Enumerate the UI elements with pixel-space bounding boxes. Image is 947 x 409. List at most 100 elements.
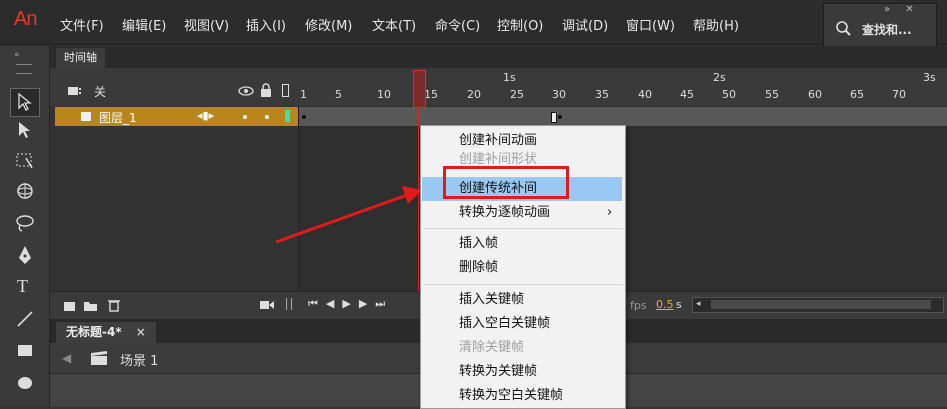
close-tab-icon[interactable]: × (136, 325, 146, 339)
lock-icon[interactable] (260, 83, 272, 97)
menu-file[interactable]: 文件(F) (60, 15, 104, 34)
search-icon (836, 21, 851, 36)
3d-rotation-tool-icon[interactable] (14, 180, 36, 202)
new-folder-icon[interactable] (84, 300, 98, 312)
horizontal-scrollbar[interactable]: ◂ (692, 297, 944, 313)
outline-icon[interactable] (282, 84, 289, 97)
menu-window[interactable]: 窗口(W) (626, 15, 675, 34)
collapse-icon[interactable]: « (14, 50, 20, 60)
camera-icon[interactable] (260, 300, 274, 310)
frame-number: 1 (300, 88, 307, 101)
playhead[interactable] (413, 70, 426, 108)
frame-number: 55 (765, 88, 779, 101)
menu-insert-blank-keyframe[interactable]: 插入空白关键帧 (421, 312, 625, 336)
tools-panel: « T (0, 46, 50, 407)
fps-label: fps (630, 299, 647, 312)
rectangle-tool-icon[interactable] (14, 340, 36, 362)
frame-number: 30 (552, 88, 566, 101)
menu-insert-frame[interactable]: 插入帧 (421, 232, 625, 256)
frame-number: 60 (808, 88, 822, 101)
frame-number: 45 (680, 88, 694, 101)
annotation-highlight-box (443, 166, 569, 199)
timeline-header: 关 1s 2s 3s 1 5 10 15 20 25 30 35 40 45 5… (50, 68, 947, 107)
menu-remove-frames[interactable]: 删除帧 (421, 256, 625, 280)
scroll-left-icon[interactable]: ◂ (696, 299, 701, 309)
menu-clear-keyframe[interactable]: 清除关键帧 (421, 336, 625, 360)
menu-help[interactable]: 帮助(H) (693, 15, 739, 34)
menu-bar: An 文件(F) 编辑(E) 视图(V) 插入(I) 修改(M) 文本(T) 命… (0, 0, 947, 49)
menu-separator (423, 228, 623, 229)
menu-convert-frame-by-frame[interactable]: 转换为逐帧动画 › (421, 201, 625, 225)
oval-tool-icon[interactable] (14, 372, 36, 394)
menu-insert-keyframe[interactable]: 插入关键帧 (421, 288, 625, 312)
new-layer-icon[interactable] (64, 300, 78, 312)
menu-commands[interactable]: 命令(C) (435, 15, 480, 34)
frame-number: 10 (377, 88, 391, 101)
layer-row[interactable]: 图层_1 ◂▮▸ (55, 107, 298, 126)
layer-pencil-icon: ◂▮▸ (197, 109, 215, 122)
layers-icon (68, 87, 81, 95)
subselection-tool-icon[interactable] (16, 120, 34, 140)
frame-number: 70 (892, 88, 906, 101)
scrollbar-thumb[interactable] (711, 300, 931, 309)
menu-control[interactable]: 控制(O) (497, 15, 543, 34)
frame-number: 25 (510, 88, 524, 101)
keyframe-dot[interactable] (558, 115, 562, 119)
tab-document[interactable]: 无标题-4* × (56, 322, 156, 343)
outline-color-swatch[interactable] (285, 110, 290, 122)
frame-number: 5 (335, 88, 342, 101)
document-title: 无标题-4* (66, 325, 122, 339)
text-tool-icon[interactable]: T (17, 276, 28, 297)
search-panel: » ✕ 查找和... (823, 3, 937, 49)
frame-number: 15 (424, 88, 438, 101)
visibility-dot[interactable] (243, 115, 247, 119)
frame-number: 40 (638, 88, 652, 101)
playback-controls-icon[interactable]: ⏮◀▶▶⏭ (308, 297, 393, 311)
frame-number: 65 (850, 88, 864, 101)
submenu-arrow-icon: › (607, 205, 613, 220)
ruler-second-1: 1s (503, 71, 516, 84)
panel-menu-icon[interactable] (16, 64, 32, 74)
pen-tool-icon[interactable] (14, 244, 36, 268)
tab-timeline[interactable]: 时间轴 (56, 48, 105, 68)
menu-convert-frame-by-frame-label: 转换为逐帧动画 (459, 205, 551, 220)
menu-edit[interactable]: 编辑(E) (122, 15, 166, 34)
annotation-arrow (275, 186, 422, 244)
frame-number: 50 (722, 88, 736, 101)
delete-trash-icon[interactable] (108, 298, 120, 312)
frame-row[interactable] (299, 107, 947, 126)
line-tool-icon[interactable] (14, 308, 36, 330)
scene-clapper-icon (91, 351, 107, 365)
menu-insert[interactable]: 插入(I) (246, 15, 286, 34)
back-arrow-icon[interactable]: ◀ (62, 351, 71, 365)
frame-number: 35 (595, 88, 609, 101)
search-button[interactable]: 查找和... (862, 21, 912, 38)
menu-convert-to-blank-keyframes[interactable]: 转换为空白关键帧 (421, 384, 625, 408)
keyframe-dot[interactable] (302, 115, 306, 119)
menu-view[interactable]: 视图(V) (184, 15, 229, 34)
layer-icon (81, 112, 91, 121)
layer-list (50, 106, 299, 291)
end-frame-marker (551, 112, 557, 123)
separator-icon (286, 298, 292, 310)
menu-convert-to-keyframes[interactable]: 转换为关键帧 (421, 360, 625, 384)
lasso-tool-icon[interactable] (14, 212, 36, 234)
selection-tool-icon[interactable] (16, 92, 34, 112)
menu-separator (423, 284, 623, 285)
scene-label[interactable]: 场景 1 (120, 350, 158, 369)
ruler-second-2: 2s (713, 71, 726, 84)
time-value[interactable]: 0.5 (656, 298, 674, 311)
lock-dot[interactable] (265, 115, 269, 119)
time-unit: s (676, 298, 682, 311)
frame-number: 20 (467, 88, 481, 101)
menu-modify[interactable]: 修改(M) (305, 15, 352, 34)
visibility-eye-icon[interactable] (238, 86, 254, 96)
menu-text[interactable]: 文本(T) (372, 15, 416, 34)
panel-controls[interactable]: » ✕ (884, 4, 920, 15)
menu-create-motion-tween[interactable]: 创建补间动画 (421, 129, 625, 153)
layer-header-label: 关 (94, 85, 107, 99)
layer-name[interactable]: 图层_1 (99, 109, 137, 126)
timeline-tabbar: 时间轴 (50, 46, 947, 69)
menu-debug[interactable]: 调试(D) (562, 15, 608, 34)
free-transform-tool-icon[interactable] (14, 150, 36, 170)
